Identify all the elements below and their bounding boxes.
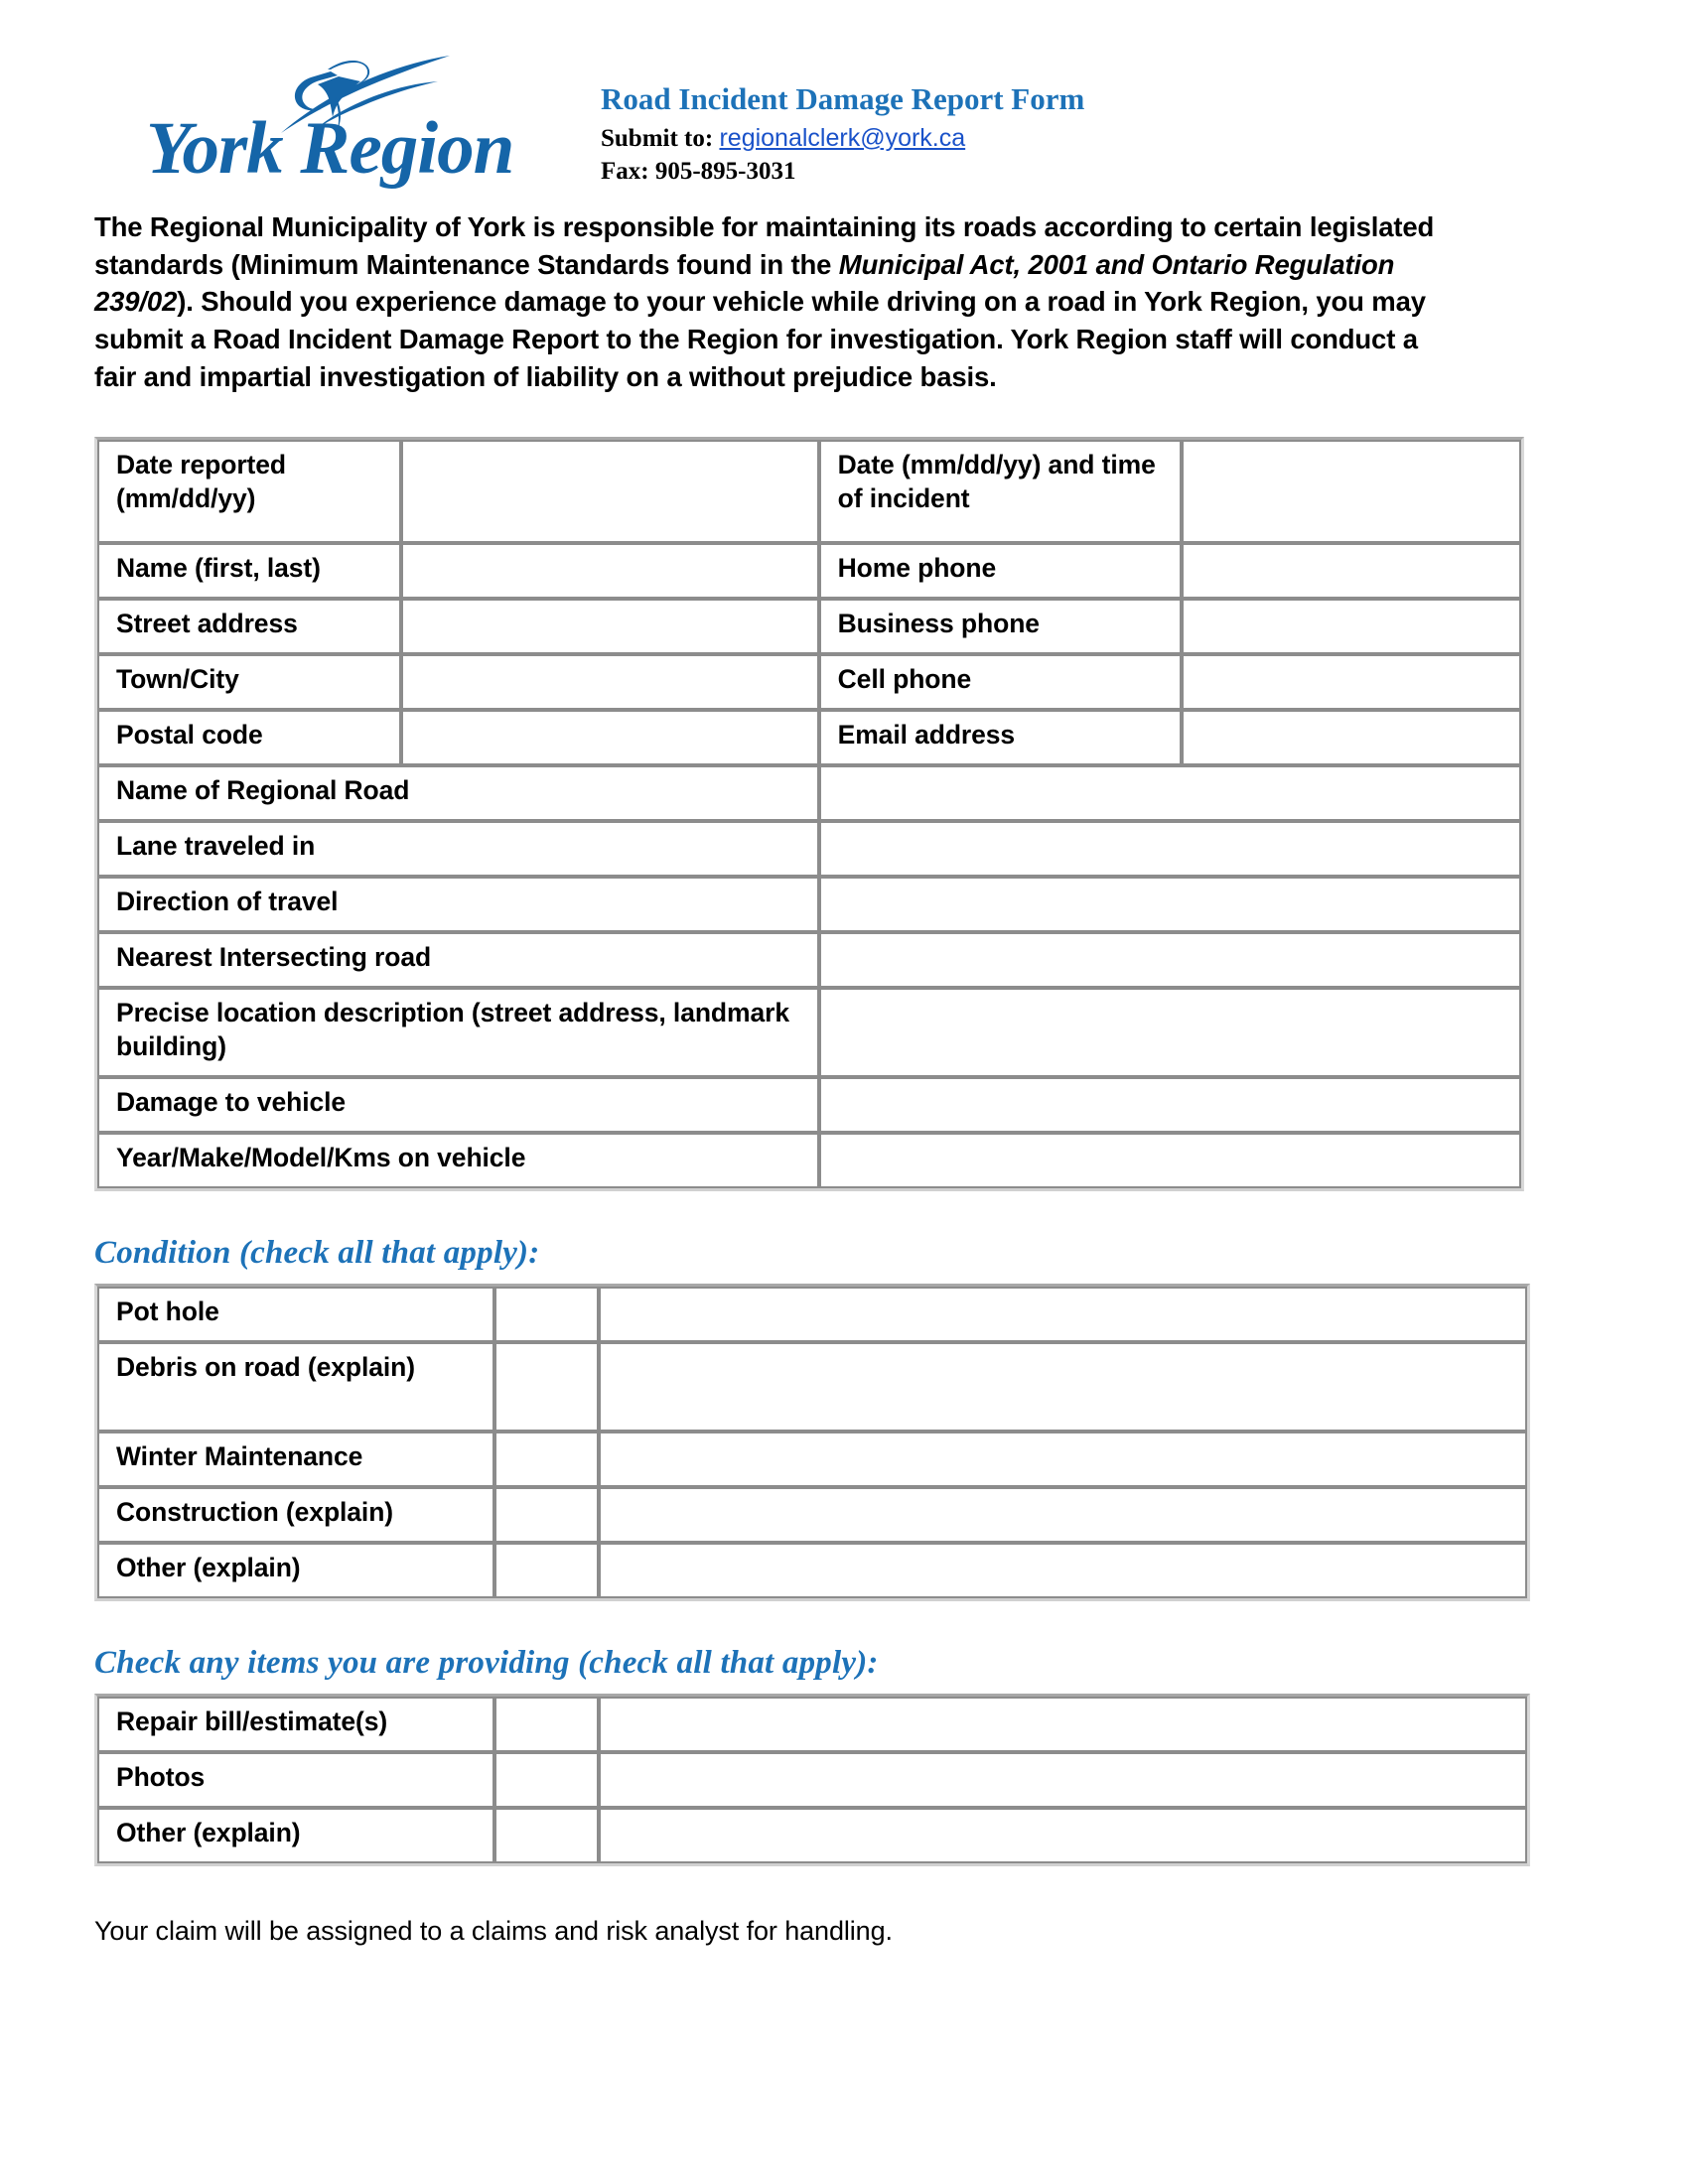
closing-note: Your claim will be assigned to a claims …: [94, 1916, 893, 1947]
checkbox-providing-other[interactable]: [494, 1808, 599, 1864]
field-business-phone[interactable]: [1182, 599, 1521, 655]
field-winter-maintenance-detail[interactable]: [599, 1432, 1527, 1488]
field-date-time-incident[interactable]: [1182, 440, 1521, 544]
label-home-phone: Home phone: [818, 543, 1183, 600]
label-photos: Photos: [97, 1752, 494, 1809]
field-email-address[interactable]: [1182, 710, 1521, 766]
label-name-of-regional-road: Name of Regional Road: [97, 765, 819, 822]
label-street-address: Street address: [97, 599, 402, 655]
label-date-time-incident: Date (mm/dd/yy) and time of incident: [818, 440, 1183, 544]
label-debris-on-road: Debris on road (explain): [97, 1342, 494, 1433]
checkbox-winter-maintenance[interactable]: [494, 1432, 599, 1488]
table-row: Street address Business phone: [97, 599, 1521, 655]
field-debris-on-road-detail[interactable]: [599, 1342, 1527, 1433]
label-name: Name (first, last): [97, 543, 402, 600]
document-header: York Region Road Incident Damage Report …: [94, 0, 1594, 199]
providing-table: Repair bill/estimate(s) Photos Other (ex…: [94, 1694, 1530, 1867]
field-postal-code[interactable]: [401, 710, 819, 766]
label-condition-other: Other (explain): [97, 1543, 494, 1599]
fax-line: Fax: 905-895-3031: [601, 157, 796, 185]
table-row: Debris on road (explain): [97, 1342, 1527, 1433]
table-row: Nearest Intersecting road: [97, 932, 1521, 989]
incident-details-body: Date reported (mm/dd/yy) Date (mm/dd/yy)…: [97, 440, 1521, 1189]
field-repair-bill-estimates-detail[interactable]: [599, 1697, 1527, 1753]
label-lane-traveled-in: Lane traveled in: [97, 821, 819, 878]
field-construction-detail[interactable]: [599, 1487, 1527, 1544]
field-date-reported[interactable]: [401, 440, 819, 544]
table-row: Postal code Email address: [97, 710, 1521, 766]
submit-to-label: Submit to:: [601, 124, 714, 152]
intro-part-2: ). Should you experience damage to your …: [94, 286, 1426, 392]
table-row: Lane traveled in: [97, 821, 1521, 878]
condition-table: Pot hole Debris on road (explain) Winter…: [94, 1284, 1530, 1602]
field-name-of-regional-road[interactable]: [818, 765, 1521, 822]
label-town-city: Town/City: [97, 654, 402, 711]
label-date-reported: Date reported (mm/dd/yy): [97, 440, 402, 544]
logo-wordmark: York Region: [146, 107, 514, 190]
table-row: Name of Regional Road: [97, 765, 1521, 822]
providing-section-heading: Check any items you are providing (check…: [94, 1645, 879, 1682]
incident-details-table: Date reported (mm/dd/yy) Date (mm/dd/yy)…: [94, 437, 1524, 1192]
intro-paragraph: The Regional Municipality of York is res…: [94, 208, 1435, 395]
field-name[interactable]: [401, 543, 819, 600]
york-region-logo: York Region: [84, 50, 551, 199]
label-providing-other: Other (explain): [97, 1808, 494, 1864]
header-text-block: Road Incident Damage Report Form Submit …: [601, 81, 1494, 187]
table-row: Precise location description (street add…: [97, 988, 1521, 1078]
condition-table-body: Pot hole Debris on road (explain) Winter…: [97, 1287, 1527, 1599]
table-row: Year/Make/Model/Kms on vehicle: [97, 1133, 1521, 1189]
label-precise-location-description: Precise location description (street add…: [97, 988, 819, 1078]
label-winter-maintenance: Winter Maintenance: [97, 1432, 494, 1488]
table-row: Other (explain): [97, 1808, 1527, 1864]
table-row: Name (first, last) Home phone: [97, 543, 1521, 600]
table-row: Repair bill/estimate(s): [97, 1697, 1527, 1753]
checkbox-photos[interactable]: [494, 1752, 599, 1809]
field-town-city[interactable]: [401, 654, 819, 711]
page-title: Road Incident Damage Report Form: [601, 81, 1085, 116]
table-row: Direction of travel: [97, 877, 1521, 933]
field-condition-other-detail[interactable]: [599, 1543, 1527, 1599]
label-cell-phone: Cell phone: [818, 654, 1183, 711]
field-nearest-intersecting-road[interactable]: [818, 932, 1521, 989]
field-damage-to-vehicle[interactable]: [818, 1077, 1521, 1134]
checkbox-pot-hole[interactable]: [494, 1287, 599, 1343]
table-row: Winter Maintenance: [97, 1432, 1527, 1488]
field-pot-hole-detail[interactable]: [599, 1287, 1527, 1343]
checkbox-debris-on-road[interactable]: [494, 1342, 599, 1433]
providing-table-body: Repair bill/estimate(s) Photos Other (ex…: [97, 1697, 1527, 1864]
field-providing-other-detail[interactable]: [599, 1808, 1527, 1864]
label-business-phone: Business phone: [818, 599, 1183, 655]
field-cell-phone[interactable]: [1182, 654, 1521, 711]
field-photos-detail[interactable]: [599, 1752, 1527, 1809]
checkbox-repair-bill-estimates[interactable]: [494, 1697, 599, 1753]
table-row: Other (explain): [97, 1543, 1527, 1599]
label-construction: Construction (explain): [97, 1487, 494, 1544]
checkbox-condition-other[interactable]: [494, 1543, 599, 1599]
condition-section-heading: Condition (check all that apply):: [94, 1235, 540, 1272]
field-direction-of-travel[interactable]: [818, 877, 1521, 933]
field-home-phone[interactable]: [1182, 543, 1521, 600]
submit-to-line: Submit to: regionalclerk@york.ca: [601, 123, 1494, 154]
label-year-make-model-kms: Year/Make/Model/Kms on vehicle: [97, 1133, 819, 1189]
table-row: Photos: [97, 1752, 1527, 1809]
table-row: Damage to vehicle: [97, 1077, 1521, 1134]
label-nearest-intersecting-road: Nearest Intersecting road: [97, 932, 819, 989]
label-direction-of-travel: Direction of travel: [97, 877, 819, 933]
table-row: Town/City Cell phone: [97, 654, 1521, 711]
document-page: York Region Road Incident Damage Report …: [0, 0, 1688, 2184]
label-pot-hole: Pot hole: [97, 1287, 494, 1343]
submit-email-link[interactable]: regionalclerk@york.ca: [719, 124, 965, 152]
field-street-address[interactable]: [401, 599, 819, 655]
label-postal-code: Postal code: [97, 710, 402, 766]
field-lane-traveled-in[interactable]: [818, 821, 1521, 878]
table-row: Construction (explain): [97, 1487, 1527, 1544]
label-email-address: Email address: [818, 710, 1183, 766]
table-row: Date reported (mm/dd/yy) Date (mm/dd/yy)…: [97, 440, 1521, 544]
label-damage-to-vehicle: Damage to vehicle: [97, 1077, 819, 1134]
field-precise-location-description[interactable]: [818, 988, 1521, 1078]
checkbox-construction[interactable]: [494, 1487, 599, 1544]
field-year-make-model-kms[interactable]: [818, 1133, 1521, 1189]
table-row: Pot hole: [97, 1287, 1527, 1343]
label-repair-bill-estimates: Repair bill/estimate(s): [97, 1697, 494, 1753]
